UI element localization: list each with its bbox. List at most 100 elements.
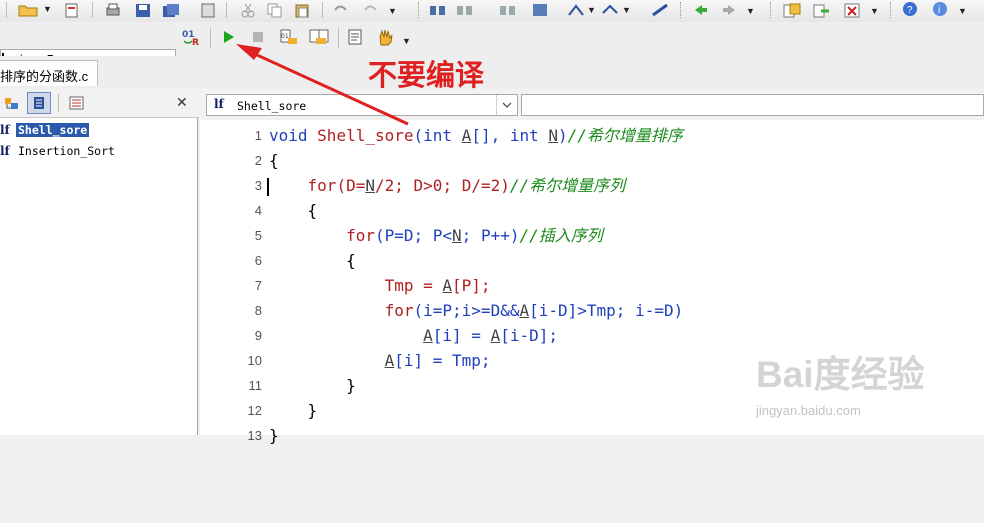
- code-line: 1 void Shell_sore(int A[], int N)//希尔增量排…: [200, 123, 984, 148]
- line-number: 7: [254, 278, 262, 293]
- hand-icon[interactable]: [374, 26, 398, 48]
- open-folder-icon[interactable]: [16, 1, 40, 19]
- code-line: 6 {: [200, 248, 984, 273]
- save-icon[interactable]: [133, 1, 153, 19]
- watermark-logo: Bai度经验: [756, 354, 925, 395]
- code-text: Tmp = A[P];: [269, 273, 491, 298]
- x-dropdown-icon[interactable]: ▼: [870, 6, 879, 16]
- close-file-icon[interactable]: [198, 1, 218, 19]
- replace-icon[interactable]: [530, 1, 550, 19]
- identifier: A: [384, 351, 395, 370]
- copy-icon[interactable]: [265, 1, 285, 19]
- identifier: A: [423, 326, 433, 345]
- svg-text:01: 01: [281, 33, 289, 40]
- line-number: 1: [254, 128, 262, 143]
- open-dropdown-icon[interactable]: ▼: [43, 4, 52, 14]
- tree-item-insertion-sort[interactable]: lf Insertion_Sort: [0, 143, 117, 159]
- save-all-icon[interactable]: [160, 1, 182, 19]
- hand-dropdown-icon[interactable]: ▼: [402, 36, 411, 46]
- line-number: 8: [254, 303, 262, 318]
- code-text: for(P=D; P<N; P++)//插入序列: [269, 223, 603, 248]
- member-selector[interactable]: [521, 94, 984, 116]
- file-tab[interactable]: 排序的分函数.c: [0, 60, 98, 86]
- function-tree: lf Shell_sore lf Insertion_Sort: [0, 118, 198, 435]
- class-view-icon[interactable]: [2, 94, 22, 112]
- number: 2: [384, 176, 395, 195]
- forward-dropdown-icon[interactable]: ▼: [746, 6, 755, 16]
- comment: //希尔增量序列: [509, 176, 626, 195]
- identifier: A: [519, 301, 530, 320]
- redo-icon[interactable]: [360, 1, 380, 19]
- about-icon[interactable]: i: [930, 0, 950, 18]
- svg-text:i: i: [938, 5, 940, 16]
- class-view-toolbar: ✕: [0, 90, 199, 118]
- goto-dropdown-icon[interactable]: ▼: [587, 5, 596, 15]
- bookmark-dropdown-icon[interactable]: ▼: [622, 5, 631, 15]
- function-icon: lf: [214, 97, 224, 111]
- code-fragment: [P];: [452, 276, 491, 295]
- debug-icon[interactable]: [345, 26, 367, 48]
- paste-icon[interactable]: [292, 1, 312, 19]
- tree-item-label: Shell_sore: [16, 123, 90, 137]
- function-selector[interactable]: lf Shell_sore: [206, 94, 518, 116]
- bookmark-toggle-icon[interactable]: [650, 1, 670, 19]
- run-icon[interactable]: [217, 26, 239, 48]
- chevron-down-icon[interactable]: [496, 95, 517, 115]
- help-icon[interactable]: ?: [900, 0, 920, 18]
- code-fragment: [i-D];: [500, 326, 558, 345]
- identifier: N: [452, 226, 462, 245]
- remove-project-icon[interactable]: [812, 1, 832, 19]
- about-dropdown-icon[interactable]: ▼: [958, 6, 967, 16]
- bookmark-icon[interactable]: [600, 1, 620, 19]
- close-icon[interactable]: ✕: [176, 94, 188, 111]
- code-fragment: [i] =: [432, 326, 491, 345]
- find-icon[interactable]: [428, 1, 448, 19]
- build-icon[interactable]: [307, 26, 331, 48]
- code-text: {: [269, 151, 279, 170]
- cut-icon[interactable]: [238, 1, 258, 19]
- file-tab-bar: [0, 56, 984, 88]
- find-next-icon[interactable]: [455, 1, 475, 19]
- x-icon[interactable]: [842, 1, 862, 19]
- file-tab-label: 排序的分函数.c: [0, 69, 89, 84]
- compile-icon[interactable]: 01: [277, 26, 301, 48]
- watermark: Bai度经验 jingyan.baidu.com: [756, 336, 982, 431]
- goto-icon[interactable]: [566, 1, 586, 19]
- print-icon[interactable]: [103, 1, 123, 19]
- code-text: for(i=P;i>=D&&A[i-D]>Tmp; i-=D): [269, 298, 684, 323]
- new-file-icon[interactable]: [62, 1, 82, 19]
- code-text: }: [269, 373, 356, 398]
- keyword: void: [269, 126, 318, 145]
- code-line: 5 for(P=D; P<N; P++)//插入序列: [200, 223, 984, 248]
- function-selector-value: Shell_sore: [237, 99, 307, 113]
- keyword: for: [307, 176, 337, 195]
- find-in-files-icon[interactable]: [498, 1, 518, 19]
- line-number: 11: [248, 378, 263, 393]
- code-text: {: [269, 248, 356, 273]
- resource-view-icon[interactable]: [66, 94, 88, 112]
- toolbar-separator: [58, 94, 59, 112]
- code-line: 8 for(i=P;i>=D&&A[i-D]>Tmp; i-=D): [200, 298, 984, 323]
- code-line: 2 {: [200, 148, 984, 173]
- back-icon[interactable]: [690, 1, 710, 19]
- rebuild-icon[interactable]: 01 R: [180, 26, 206, 48]
- punct: (: [413, 126, 424, 145]
- tree-item-label: Insertion_Sort: [18, 144, 115, 158]
- file-view-icon[interactable]: [27, 92, 51, 114]
- tree-item-shell-sore[interactable]: lf Shell_sore: [0, 122, 90, 138]
- brace: {: [307, 201, 318, 220]
- code-fragment: Tmp =: [384, 276, 443, 295]
- code-text: A[i] = Tmp;: [269, 348, 491, 373]
- stop-icon[interactable]: [247, 26, 269, 48]
- toolbar-separator: [338, 28, 339, 48]
- brace: }: [346, 376, 356, 395]
- punct: ; D>: [394, 176, 433, 195]
- punct: [],: [471, 126, 510, 145]
- redo-dropdown-icon[interactable]: ▼: [388, 6, 397, 16]
- brace: {: [346, 251, 356, 270]
- number: 2: [490, 176, 501, 195]
- undo-icon[interactable]: [330, 1, 350, 19]
- add-project-icon[interactable]: [782, 1, 802, 19]
- line-number: 13: [247, 428, 262, 443]
- forward-icon[interactable]: [720, 1, 740, 19]
